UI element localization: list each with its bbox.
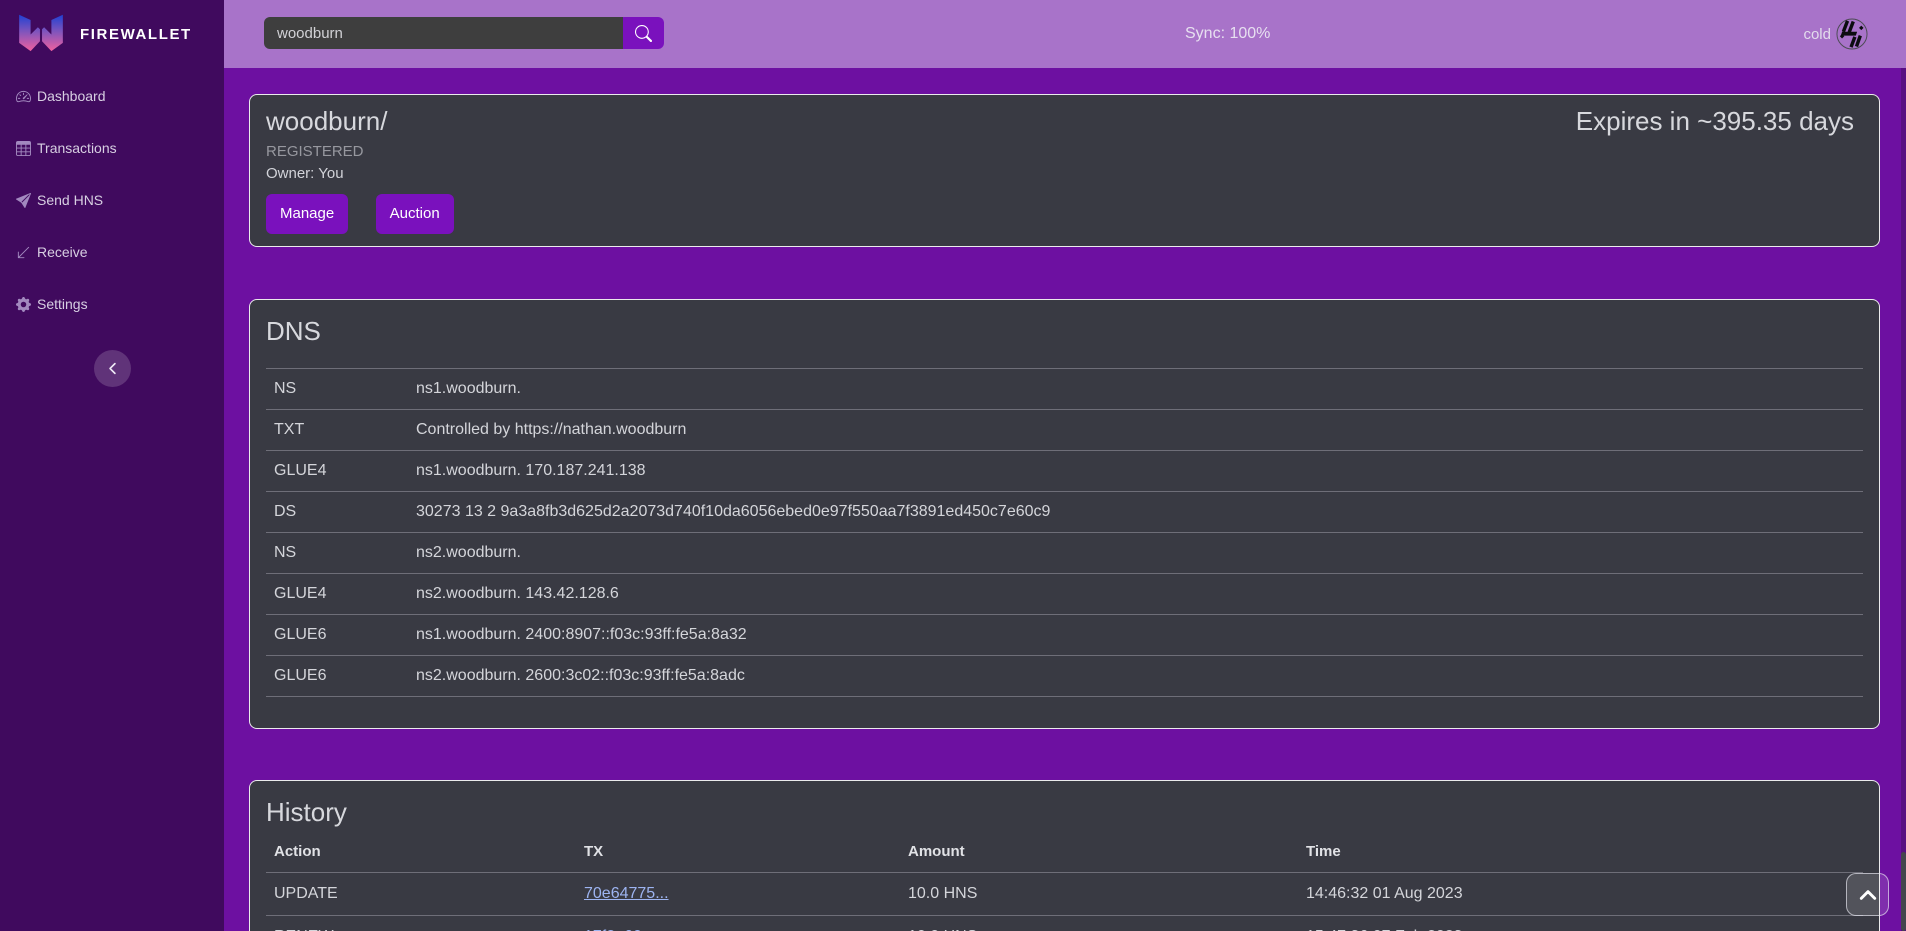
- search-icon: [635, 25, 652, 42]
- wallet-menu: cold: [1803, 0, 1868, 68]
- dns-record-type: GLUE6: [266, 615, 408, 656]
- domain-status: REGISTERED: [266, 141, 1863, 163]
- tx-link[interactable]: 70e64775...: [584, 885, 669, 902]
- history-row: RENEW 17f2e60... 10.0 HNS 15:47:36 07 Fe…: [266, 916, 1863, 931]
- dns-card: DNS NS ns1.woodburn. TXT Controlled by h…: [249, 299, 1880, 729]
- sidebar-item-transactions[interactable]: Transactions: [0, 132, 224, 164]
- sidebar-item-label: Settings: [37, 296, 88, 312]
- sidebar-collapse-button[interactable]: [94, 350, 131, 387]
- auction-button[interactable]: Auction: [376, 194, 454, 234]
- history-row: UPDATE 70e64775... 10.0 HNS 14:46:32 01 …: [266, 873, 1863, 916]
- history-time: 15:47:36 07 Feb 2023: [1298, 916, 1863, 931]
- dns-record-value: Controlled by https://nathan.woodburn: [408, 410, 1863, 451]
- dns-record-row: GLUE6 ns1.woodburn. 2400:8907::f03c:93ff…: [266, 615, 1863, 656]
- gear-icon: [16, 297, 31, 312]
- history-col-tx: TX: [576, 832, 900, 873]
- dns-record-row: GLUE4 ns1.woodburn. 170.187.241.138: [266, 451, 1863, 492]
- dns-record-row: TXT Controlled by https://nathan.woodbur…: [266, 410, 1863, 451]
- dns-record-type: GLUE4: [266, 451, 408, 492]
- history-table: Action TX Amount Time UPDATE 70e64775...…: [266, 832, 1863, 931]
- search-button[interactable]: [623, 17, 664, 49]
- dns-record-value: ns1.woodburn.: [408, 369, 1863, 410]
- dns-card-title: DNS: [266, 316, 1863, 347]
- sidebar-item-settings[interactable]: Settings: [0, 288, 224, 320]
- dns-record-row: DS 30273 13 2 9a3a8fb3d625d2a2073d740f10…: [266, 492, 1863, 533]
- chevron-left-icon: [106, 362, 119, 375]
- dns-record-row: NS ns2.woodburn.: [266, 533, 1863, 574]
- dns-record-type: GLUE6: [266, 656, 408, 697]
- dns-record-row: GLUE6 ns2.woodburn. 2600:3c02::f03c:93ff…: [266, 656, 1863, 697]
- history-action: UPDATE: [266, 873, 576, 916]
- history-col-action: Action: [266, 832, 576, 873]
- domain-card: woodburn/ REGISTERED Owner: You Manage A…: [249, 94, 1880, 247]
- brand[interactable]: FIREWALLET: [0, 0, 224, 68]
- dns-record-value: 30273 13 2 9a3a8fb3d625d2a2073d740f10da6…: [408, 492, 1863, 533]
- table-icon: [16, 141, 31, 156]
- history-card-title: History: [266, 797, 1863, 828]
- dns-record-value: ns2.woodburn. 143.42.128.6: [408, 574, 1863, 615]
- sidebar: FIREWALLET Dashboard Transactions: [0, 0, 224, 931]
- dns-record-value: ns2.woodburn. 2600:3c02::f03c:93ff:fe5a:…: [408, 656, 1863, 697]
- dns-table: NS ns1.woodburn. TXT Controlled by https…: [266, 368, 1863, 697]
- scrollbar-track[interactable]: [1901, 68, 1906, 931]
- dns-record-value: ns1.woodburn. 2400:8907::f03c:93ff:fe5a:…: [408, 615, 1863, 656]
- speedometer-icon: [16, 89, 31, 104]
- dns-record-value: ns1.woodburn. 170.187.241.138: [408, 451, 1863, 492]
- dns-record-type: GLUE4: [266, 574, 408, 615]
- sidebar-item-send-hns[interactable]: Send HNS: [0, 184, 224, 216]
- chevron-up-icon: [1859, 886, 1877, 904]
- history-col-amount: Amount: [900, 832, 1298, 873]
- wallet-name: cold: [1803, 26, 1831, 43]
- sidebar-nav: Dashboard Transactions Send HNS: [0, 80, 224, 320]
- sidebar-item-label: Receive: [37, 244, 88, 260]
- domain-actions: Manage Auction: [266, 194, 1863, 234]
- sidebar-item-label: Dashboard: [37, 88, 106, 104]
- topbar: Sync: 100% cold: [224, 0, 1906, 68]
- handshake-logo-icon[interactable]: [1836, 18, 1868, 50]
- manage-button[interactable]: Manage: [266, 194, 348, 234]
- history-col-time: Time: [1298, 832, 1863, 873]
- sidebar-item-dashboard[interactable]: Dashboard: [0, 80, 224, 112]
- dns-record-type: NS: [266, 533, 408, 574]
- domain-owner: Owner: You: [266, 163, 1863, 185]
- main-content: woodburn/ REGISTERED Owner: You Manage A…: [224, 68, 1906, 931]
- sidebar-item-receive[interactable]: Receive: [0, 236, 224, 268]
- dns-record-type: NS: [266, 369, 408, 410]
- dns-record-row: GLUE4 ns2.woodburn. 143.42.128.6: [266, 574, 1863, 615]
- dns-record-type: TXT: [266, 410, 408, 451]
- dns-record-row: NS ns1.woodburn.: [266, 369, 1863, 410]
- send-icon: [16, 193, 31, 208]
- scroll-to-top-button[interactable]: [1846, 873, 1889, 916]
- history-time: 14:46:32 01 Aug 2023: [1298, 873, 1863, 916]
- history-amount: 10.0 HNS: [900, 916, 1298, 931]
- search-input[interactable]: [264, 17, 623, 49]
- dns-record-value: ns2.woodburn.: [408, 533, 1863, 574]
- history-amount: 10.0 HNS: [900, 873, 1298, 916]
- search-form: [264, 17, 664, 49]
- dns-record-type: DS: [266, 492, 408, 533]
- sync-status: Sync: 100%: [1185, 0, 1270, 68]
- sidebar-item-label: Send HNS: [37, 192, 103, 208]
- history-action: RENEW: [266, 916, 576, 931]
- history-card: History Action TX Amount Time UPDATE 70e…: [249, 780, 1880, 931]
- sidebar-item-label: Transactions: [37, 140, 117, 156]
- firewallet-logo-icon: [15, 12, 67, 57]
- arrow-down-left-icon: [16, 245, 31, 260]
- domain-expires: Expires in ~395.35 days: [1576, 106, 1854, 137]
- history-header-row: Action TX Amount Time: [266, 832, 1863, 873]
- brand-name: FIREWALLET: [80, 26, 192, 43]
- scrollbar-thumb[interactable]: [1901, 852, 1906, 931]
